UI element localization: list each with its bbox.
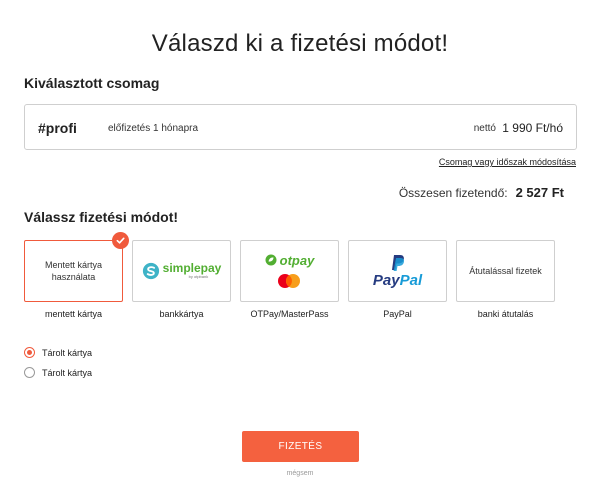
method-paypal-caption: PayPal — [383, 309, 412, 319]
paypal-logo: PayPal — [373, 254, 422, 288]
package-description: előfizetés 1 hónapra — [108, 123, 199, 134]
package-price: 1 990 Ft/hó — [502, 121, 563, 135]
total-label: Összesen fizetendő: — [398, 186, 508, 200]
modify-package-link[interactable]: Csomag vagy időszak módosítása — [439, 157, 576, 167]
total-value: 2 527 Ft — [515, 185, 564, 200]
page-title: Válaszd ki a fizetési módot! — [151, 30, 449, 57]
method-otpay[interactable]: otpay — [240, 240, 339, 302]
mastercard-icon — [278, 273, 301, 288]
saved-card-radio-1[interactable] — [24, 347, 35, 358]
selected-check-icon — [112, 232, 129, 249]
pay-button[interactable]: FIZETÉS — [242, 431, 359, 462]
method-bank-transfer-caption: banki átutalás — [477, 309, 534, 319]
method-otpay-caption: OTPay/MasterPass — [250, 309, 329, 319]
saved-card-option-1[interactable]: Tárolt kártya — [24, 347, 92, 358]
method-bank-transfer-label: Átutalással fizetek — [469, 266, 542, 276]
simplepay-icon — [142, 262, 159, 280]
method-bank-transfer[interactable]: Átutalással fizetek — [456, 240, 555, 302]
package-name: #profi — [38, 120, 77, 136]
otpay-wordmark: otpay — [279, 252, 315, 268]
method-saved-card-label: Mentett kártya használata — [44, 260, 103, 282]
saved-card-label-2: Tárolt kártya — [42, 367, 93, 378]
saved-card-option-2[interactable]: Tárolt kártya — [24, 367, 92, 378]
saved-card-radio-2[interactable] — [24, 367, 35, 378]
paypal-wordmark-pal: Pal — [399, 272, 423, 289]
otp-leaf-icon — [265, 254, 277, 266]
simplepay-subtext: by otpbank — [188, 274, 209, 279]
method-simplepay[interactable]: simplepay by otpbank — [132, 240, 231, 302]
payment-section-heading: Válassz fizetési módot! — [24, 209, 179, 225]
simplepay-logo: simplepay by otpbank — [142, 261, 222, 280]
package-price-label: nettó — [473, 123, 496, 134]
cancel-link[interactable]: mégsem — [0, 470, 600, 477]
method-saved-card[interactable]: Mentett kártya használata — [24, 232, 129, 302]
total-row: Összesen fizetendő: 2 527 Ft — [399, 185, 564, 200]
otpay-logo: otpay — [265, 252, 315, 289]
paypal-wordmark-pay: Pay — [372, 272, 400, 289]
paypal-p-icon — [391, 255, 404, 271]
method-saved-card-caption: mentett kártya — [44, 309, 103, 319]
simplepay-wordmark: simplepay — [162, 261, 222, 275]
package-section-heading: Kiválasztott csomag — [24, 75, 160, 91]
saved-card-label-1: Tárolt kártya — [42, 347, 93, 358]
method-paypal[interactable]: PayPal — [348, 240, 447, 302]
method-simplepay-caption: bankkártya — [159, 309, 204, 319]
selected-package-box: #profi előfizetés 1 hónapra nettó 1 990 … — [24, 104, 577, 150]
